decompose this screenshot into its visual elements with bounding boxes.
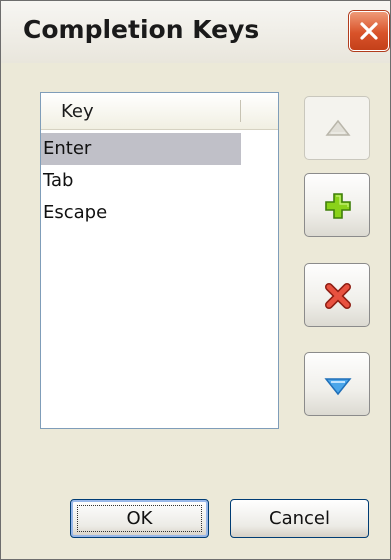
ok-button-label: OK xyxy=(126,508,153,529)
move-down-icon xyxy=(324,378,352,396)
list-item[interactable]: Enter xyxy=(41,133,241,165)
move-down-button[interactable] xyxy=(304,352,370,416)
keys-list[interactable]: Key Enter Tab Escape xyxy=(40,92,279,429)
list-header: Key xyxy=(41,93,278,130)
delete-icon xyxy=(325,283,351,309)
column-header-key[interactable]: Key xyxy=(61,101,94,122)
ok-button[interactable]: OK xyxy=(70,499,209,538)
dialog-title: Completion Keys xyxy=(23,15,260,44)
move-up-button[interactable] xyxy=(304,96,370,160)
list-item[interactable]: Tab xyxy=(41,165,241,197)
move-up-icon xyxy=(325,119,351,136)
column-separator[interactable] xyxy=(240,100,241,122)
delete-button[interactable] xyxy=(304,263,370,327)
add-icon xyxy=(325,193,351,219)
cancel-button-label: Cancel xyxy=(269,508,330,529)
close-icon xyxy=(360,22,378,40)
completion-keys-dialog: Completion Keys Key Enter Tab Escape OK … xyxy=(0,0,391,560)
cancel-button[interactable]: Cancel xyxy=(230,499,369,538)
title-bar: Completion Keys xyxy=(1,1,390,63)
list-item[interactable]: Escape xyxy=(41,197,241,229)
add-button[interactable] xyxy=(304,173,370,237)
close-button[interactable] xyxy=(349,11,389,51)
